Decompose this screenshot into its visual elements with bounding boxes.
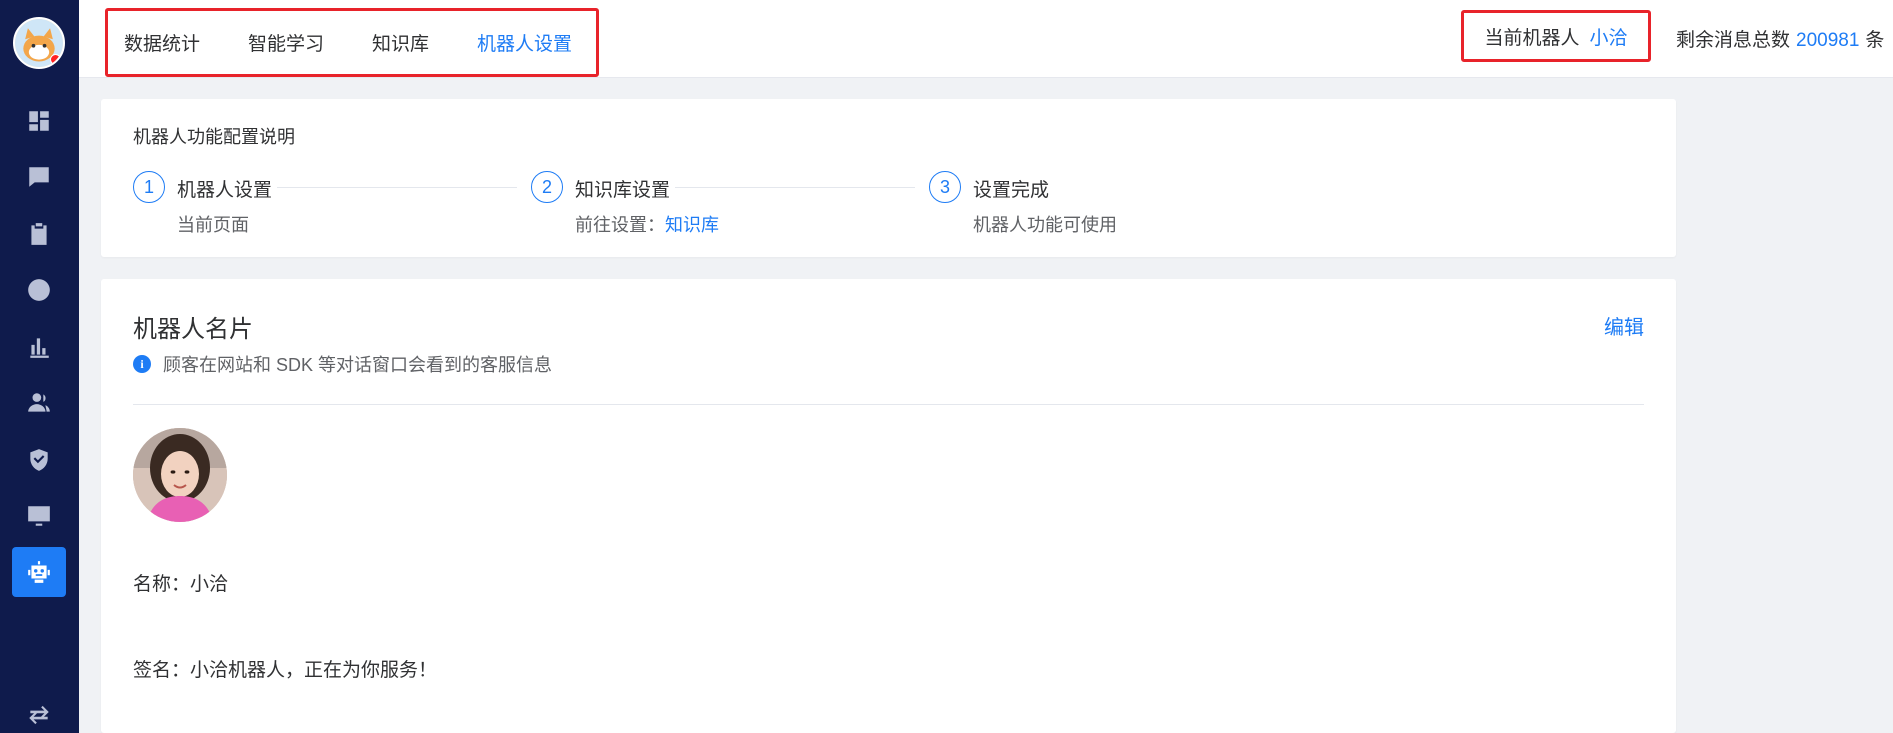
robot-name-field: 名称：小洽 bbox=[133, 569, 228, 596]
robot-icon bbox=[28, 561, 50, 583]
msg-count-unit: 条 bbox=[1865, 30, 1885, 51]
step-desc-text: 前往设置： bbox=[575, 215, 665, 235]
clipboard-icon bbox=[31, 223, 47, 245]
current-robot-label: 当前机器人 bbox=[1484, 27, 1580, 49]
clock-icon bbox=[28, 279, 50, 301]
step-title: 机器人设置 bbox=[177, 180, 273, 201]
top-bar: 数据统计 智能学习 知识库 机器人设置 当前机器人 小洽 剩余消息总数 20098… bbox=[79, 0, 1893, 78]
msg-count-label: 剩余消息总数 bbox=[1676, 30, 1791, 51]
robot-avatar-image bbox=[133, 428, 227, 522]
divider bbox=[133, 404, 1644, 405]
tab-robot-settings[interactable]: 机器人设置 bbox=[477, 29, 572, 56]
sidebar-collapse-toggle[interactable] bbox=[12, 690, 66, 733]
monitor-chart-icon bbox=[28, 506, 50, 526]
tab-data-stats[interactable]: 数据统计 bbox=[124, 29, 200, 56]
step-title: 设置完成 bbox=[973, 180, 1050, 201]
shield-icon bbox=[30, 449, 48, 471]
edit-button[interactable]: 编辑 bbox=[1604, 311, 1644, 340]
signature-value: 小洽机器人，正在为你服务！ bbox=[190, 660, 438, 681]
dashboard-icon bbox=[29, 111, 49, 131]
robot-card: 机器人名片 编辑 i 顾客在网站和 SDK 等对话窗口会看到的客服信息 名称：小… bbox=[101, 279, 1676, 733]
name-value: 小洽 bbox=[190, 574, 229, 595]
step-desc: 机器人功能可使用 bbox=[973, 215, 1117, 235]
step-number: 2 bbox=[531, 171, 563, 203]
tab-smart-learning[interactable]: 智能学习 bbox=[248, 29, 324, 56]
step-desc: 当前页面 bbox=[177, 215, 249, 235]
sidebar-item-users[interactable] bbox=[12, 378, 66, 428]
sidebar-item-stats[interactable] bbox=[12, 322, 66, 372]
chat-icon bbox=[29, 167, 49, 187]
robot-avatar bbox=[133, 428, 227, 522]
robot-signature-field: 签名：小洽机器人，正在为你服务！ bbox=[133, 655, 437, 682]
sidebar-item-robot[interactable] bbox=[12, 547, 66, 597]
robot-card-info: i 顾客在网站和 SDK 等对话窗口会看到的客服信息 bbox=[133, 351, 552, 377]
msg-count-value: 200981 bbox=[1796, 30, 1860, 51]
user-avatar[interactable] bbox=[13, 17, 65, 69]
users-icon bbox=[28, 393, 50, 412]
top-tabs: 数据统计 智能学习 知识库 机器人设置 bbox=[105, 8, 599, 77]
sidebar-item-clock[interactable] bbox=[12, 265, 66, 315]
notification-dot bbox=[50, 54, 61, 65]
current-robot-name[interactable]: 小洽 bbox=[1590, 23, 1628, 50]
step-connector bbox=[675, 187, 915, 188]
sidebar-item-clipboard[interactable] bbox=[12, 209, 66, 259]
knowledge-base-link[interactable]: 知识库 bbox=[665, 215, 719, 235]
sidebar bbox=[0, 0, 79, 733]
remaining-messages: 剩余消息总数 200981 条 bbox=[1676, 25, 1884, 52]
sidebar-item-dashboard[interactable] bbox=[12, 96, 66, 146]
info-icon: i bbox=[133, 355, 151, 373]
sidebar-item-monitor[interactable] bbox=[12, 491, 66, 541]
step-connector bbox=[277, 187, 517, 188]
config-steps-card: 机器人功能配置说明 1 机器人设置 当前页面 2 知识库设置 前往设置：知识库 … bbox=[101, 99, 1676, 257]
signature-label: 签名： bbox=[133, 660, 191, 681]
step-title: 知识库设置 bbox=[575, 180, 671, 201]
tab-knowledge-base[interactable]: 知识库 bbox=[372, 29, 429, 56]
bar-chart-icon bbox=[30, 338, 49, 358]
steps-title: 机器人功能配置说明 bbox=[133, 127, 295, 147]
step-number: 3 bbox=[929, 171, 961, 203]
step-desc: 前往设置：知识库 bbox=[575, 211, 719, 237]
name-label: 名称： bbox=[133, 574, 191, 595]
step-number: 1 bbox=[133, 171, 165, 203]
current-robot-selector[interactable]: 当前机器人 小洽 bbox=[1461, 10, 1651, 62]
info-text: 顾客在网站和 SDK 等对话窗口会看到的客服信息 bbox=[163, 355, 553, 375]
swap-icon bbox=[29, 705, 49, 725]
sidebar-item-security[interactable] bbox=[12, 435, 66, 485]
robot-card-title: 机器人名片 bbox=[133, 316, 253, 343]
sidebar-item-chat[interactable] bbox=[12, 152, 66, 202]
